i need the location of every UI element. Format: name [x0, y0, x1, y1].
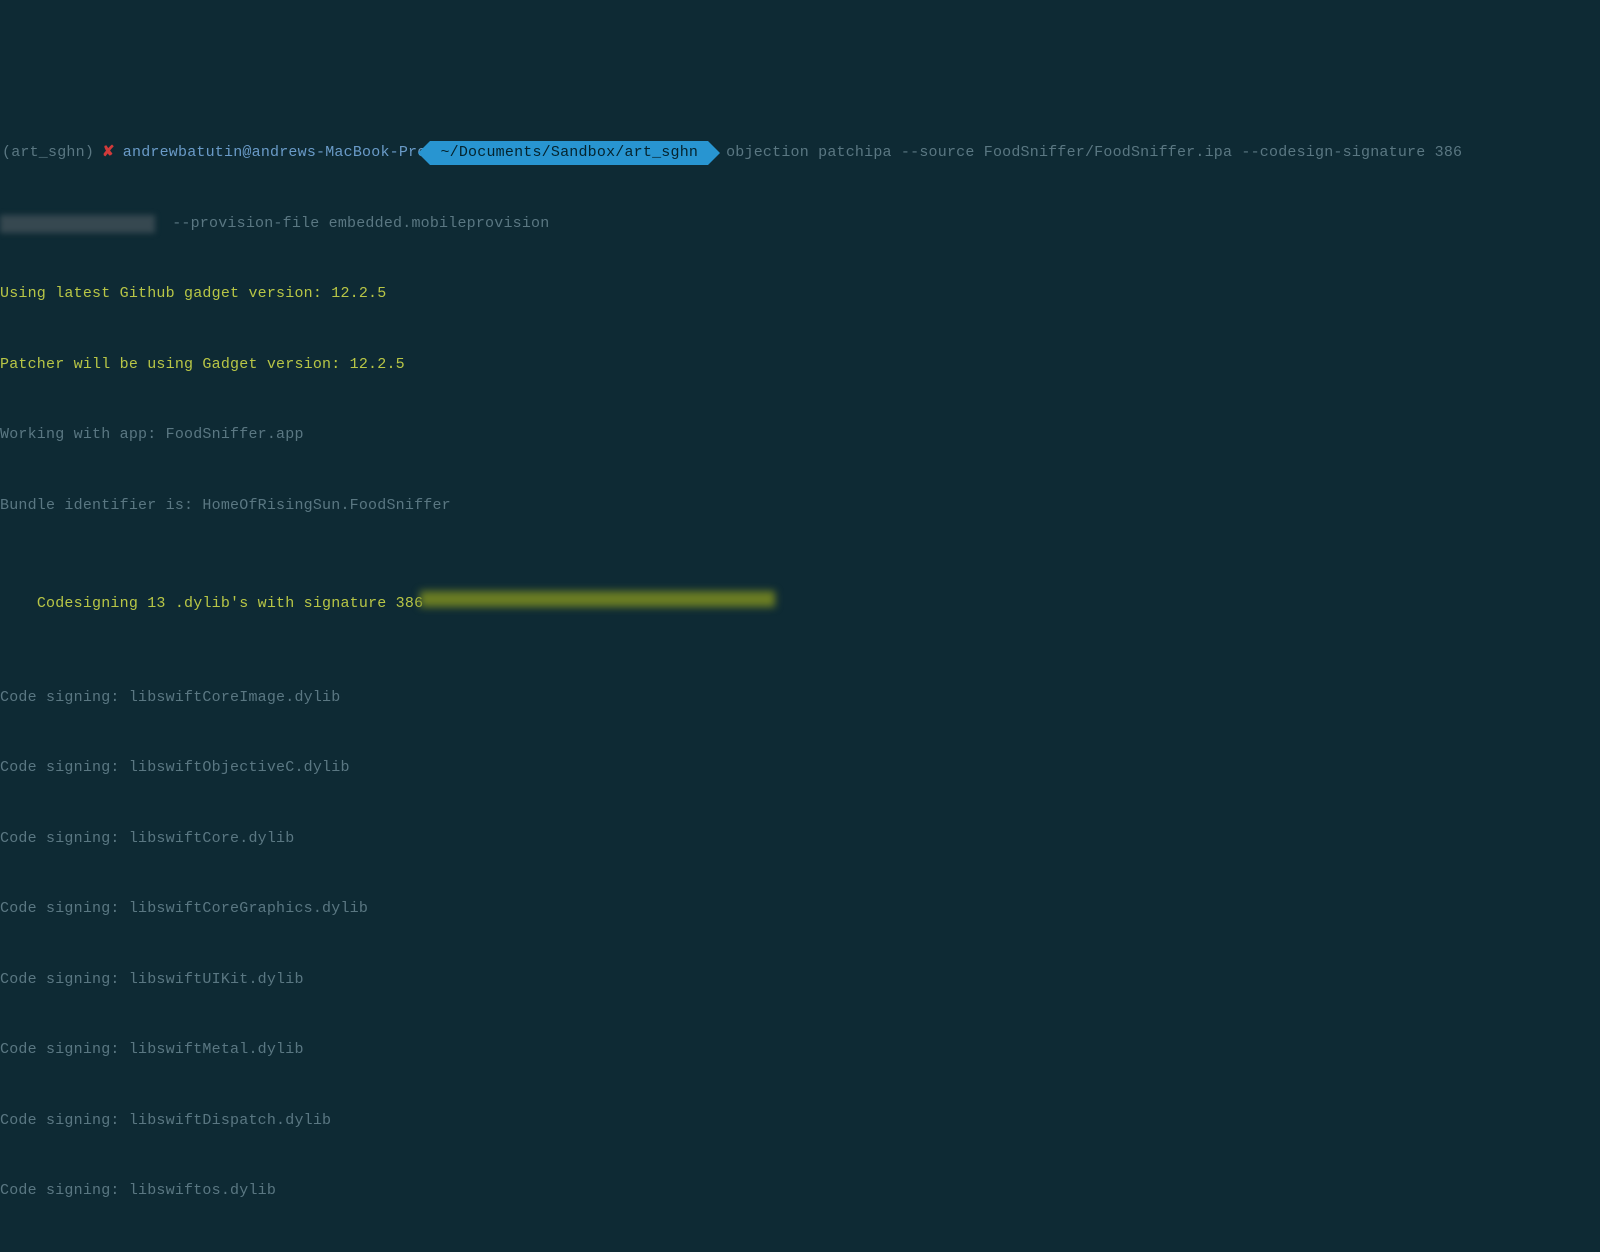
error-x-icon: ✘: [100, 141, 123, 165]
output-codesign-item: Code signing: libswiftUIKit.dylib: [0, 968, 1600, 992]
output-codesign-item: Code signing: libswiftCoreGraphics.dylib: [0, 897, 1600, 921]
cwd-path-badge: ~/Documents/Sandbox/art_sghn: [430, 141, 708, 165]
redacted-signature-icon: [420, 591, 775, 607]
output-codesign-item: Code signing: libswiftCoreImage.dylib: [0, 686, 1600, 710]
output-patcher-version: Patcher will be using Gadget version: 12…: [0, 353, 1600, 377]
output-codesign-item: Code signing: libswiftos.dylib: [0, 1179, 1600, 1203]
terminal-window[interactable]: (art_sghn) ✘ andrewbatutin@andrews-MacBo…: [0, 94, 1600, 1252]
prompt-line: (art_sghn) ✘ andrewbatutin@andrews-MacBo…: [0, 141, 1600, 165]
output-codesign-header: Codesigning 13 .dylib's with signature 3…: [0, 564, 1600, 639]
output-codesign-item: Code signing: libswiftDispatch.dylib: [0, 1109, 1600, 1133]
output-bundle-id: Bundle identifier is: HomeOfRisingSun.Fo…: [0, 494, 1600, 518]
output-codesign-item: Code signing: libswiftCoreFoundation.dyl…: [0, 1250, 1600, 1252]
output-gadget-version: Using latest Github gadget version: 12.2…: [0, 282, 1600, 306]
command-continuation: --provision-file embedded.mobileprovisio…: [0, 212, 1600, 236]
output-codesign-item: Code signing: libswiftObjectiveC.dylib: [0, 756, 1600, 780]
command-args-continued: --provision-file embedded.mobileprovisio…: [163, 212, 549, 236]
codesign-prefix: Codesigning 13 .dylib's with signature 3…: [37, 595, 423, 612]
virtualenv-name: (art_sghn): [0, 141, 100, 165]
output-codesign-item: Code signing: libswiftMetal.dylib: [0, 1038, 1600, 1062]
command-input[interactable]: objection patchipa --source FoodSniffer/…: [708, 141, 1462, 165]
output-working-app: Working with app: FoodSniffer.app: [0, 423, 1600, 447]
output-codesign-item: Code signing: libswiftCore.dylib: [0, 827, 1600, 851]
user-at-host: andrewbatutin@andrews-MacBook-Pro: [123, 141, 431, 165]
redacted-block-icon: [0, 215, 155, 233]
